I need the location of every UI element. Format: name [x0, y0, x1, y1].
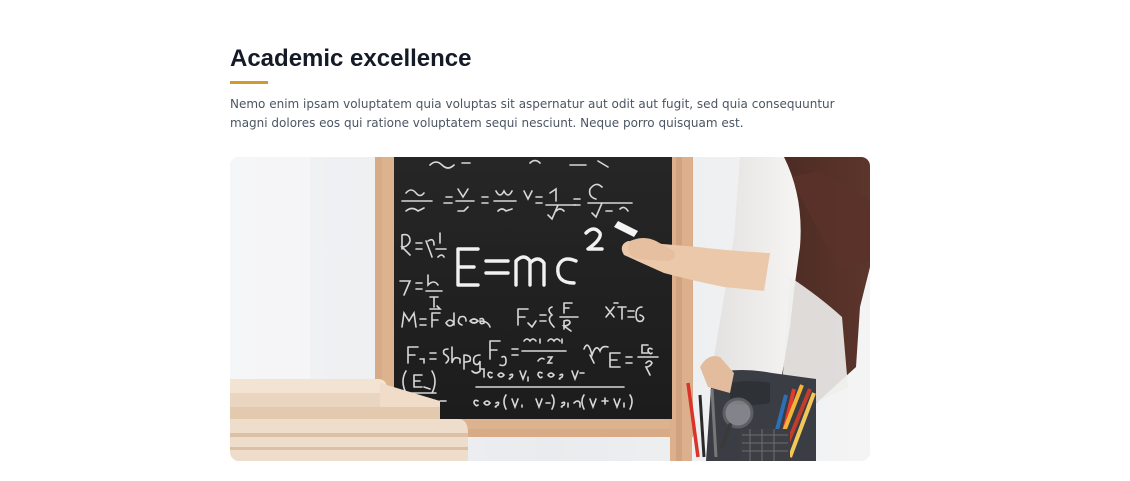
chalkboard-teacher-photo — [230, 157, 870, 461]
title-accent-underline — [230, 81, 268, 84]
section-description: Nemo enim ipsam voluptatem quia voluptas… — [230, 97, 835, 130]
section-title: Academic excellence — [230, 45, 472, 72]
